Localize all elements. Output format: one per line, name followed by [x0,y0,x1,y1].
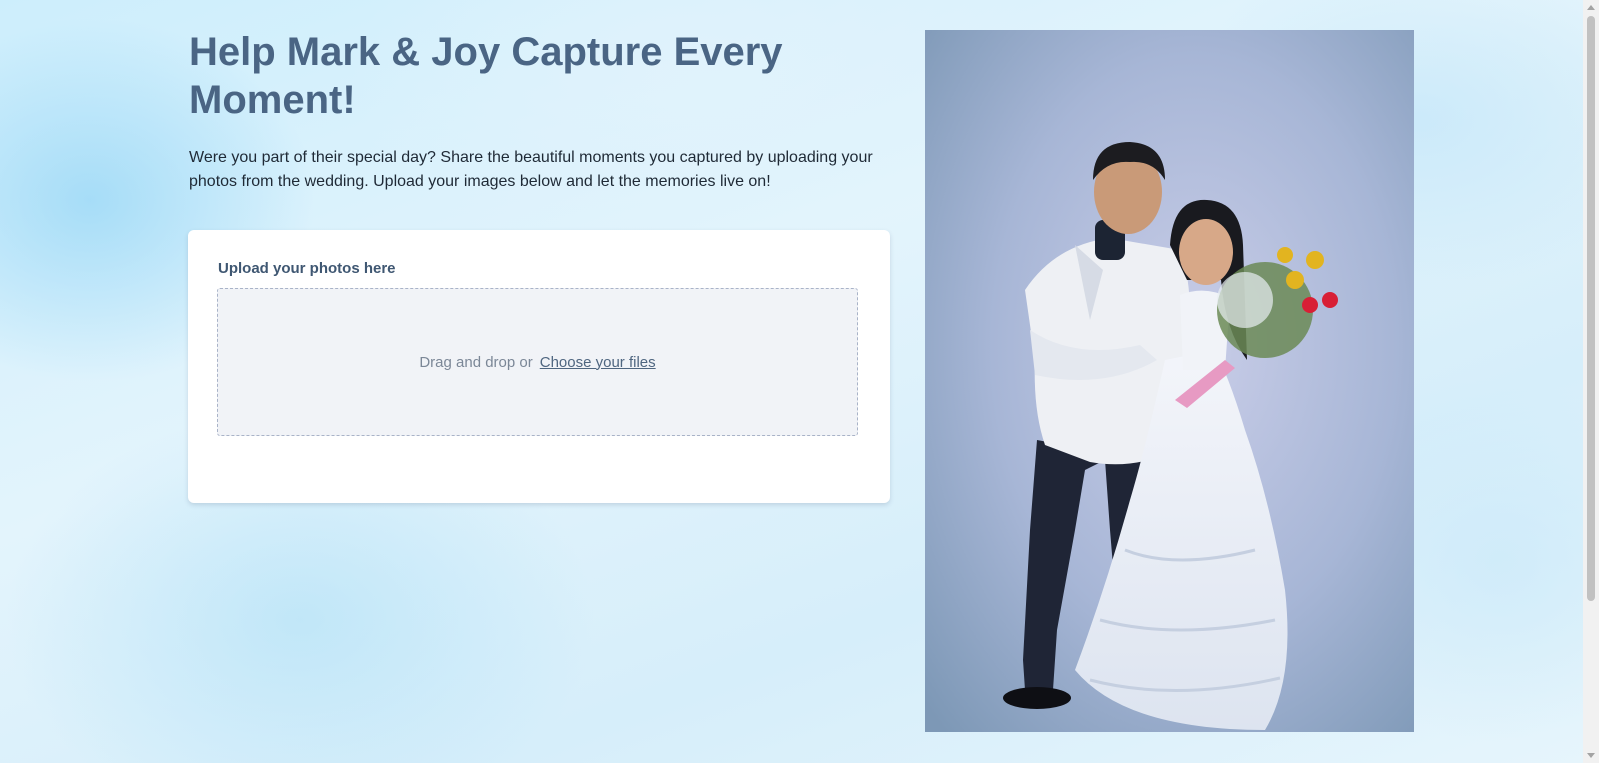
scrollbar-thumb[interactable] [1587,16,1595,601]
scroll-up-icon[interactable] [1587,5,1595,10]
vertical-scrollbar[interactable] [1583,0,1599,763]
scroll-down-icon[interactable] [1587,753,1595,758]
drop-instruction: Drag and drop or [419,353,533,371]
couple-photo [925,30,1414,732]
page-description: Were you part of their special day? Shar… [189,149,873,190]
file-dropzone[interactable]: Drag and drop or Choose your files [217,288,858,436]
upload-card: Upload your photos here Drag and drop or… [188,230,890,503]
page-title: Help Mark & Joy Capture Every Moment! [189,30,783,122]
upload-label: Upload your photos here [218,260,396,277]
choose-files-link[interactable]: Choose your files [540,354,656,371]
